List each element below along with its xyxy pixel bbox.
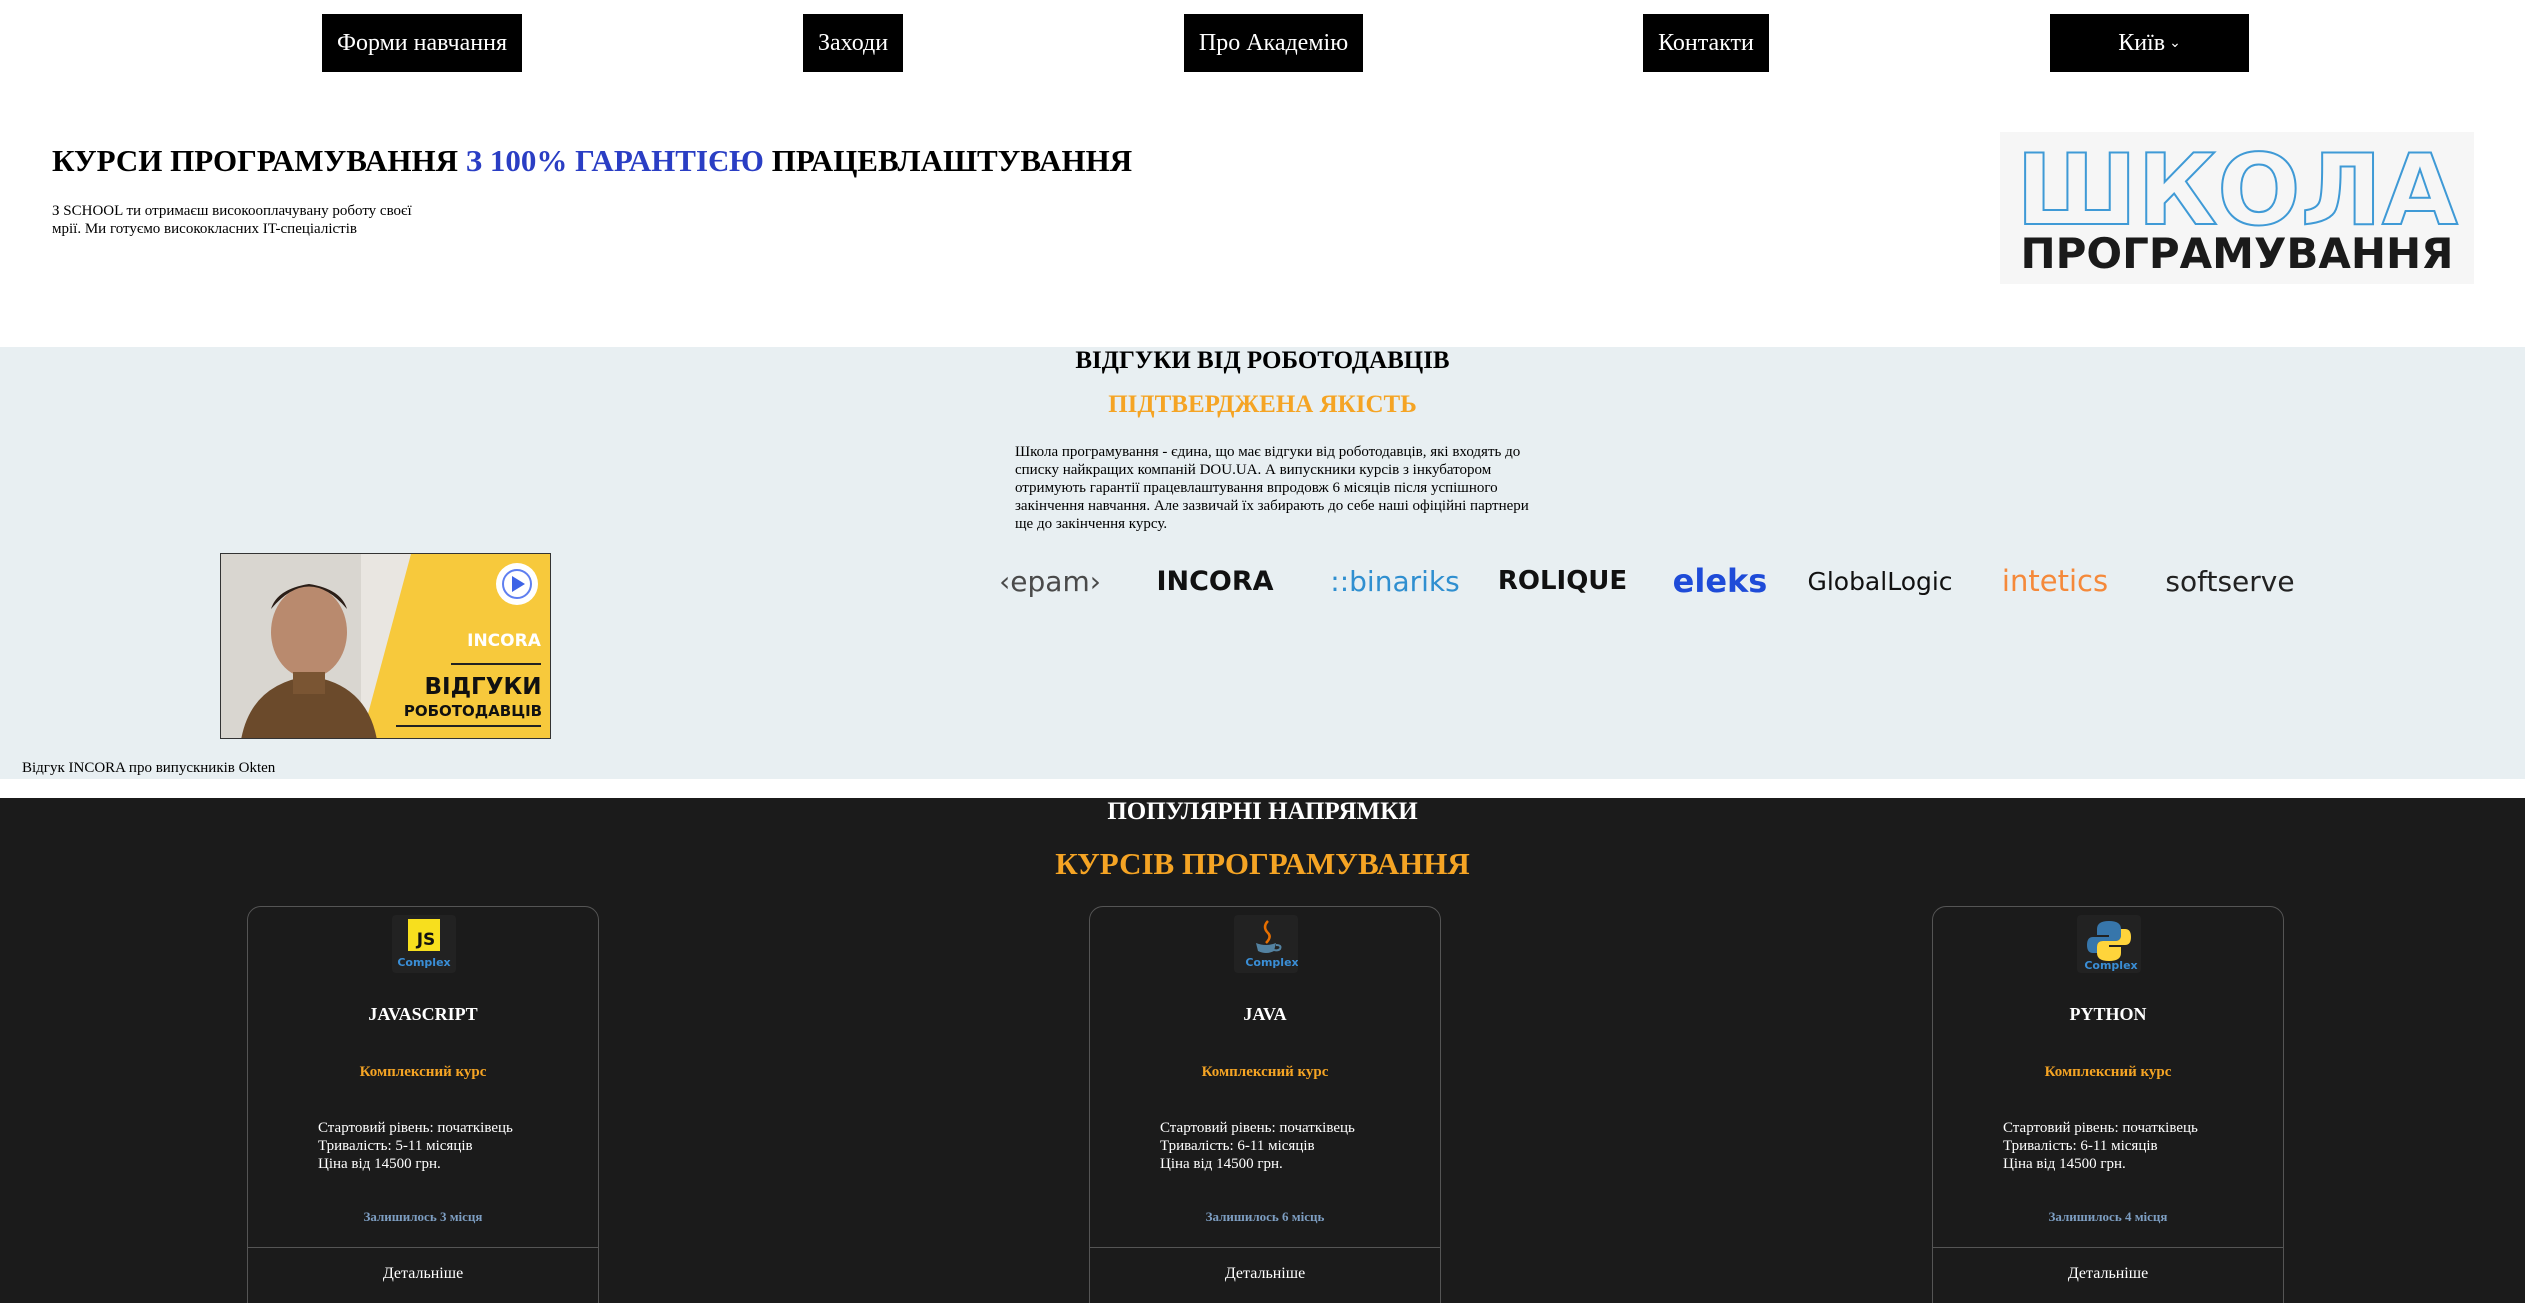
java-icon: Complex bbox=[1234, 915, 1299, 973]
video-caption: Відгук INCORA про випускників Okten bbox=[22, 760, 276, 776]
video-brand-text: INCORA bbox=[467, 631, 542, 651]
nav-contacts-button[interactable]: Контакти bbox=[1643, 14, 1769, 72]
partner-name-binariks: ::binariks bbox=[1330, 564, 1460, 598]
course-level: Стартовий рівень: початківець bbox=[1160, 1120, 1355, 1136]
course-seats: Залишилось 6 місць bbox=[1205, 1209, 1325, 1224]
courses-subtitle: КУРСІВ ПРОГРАМУВАННЯ bbox=[1055, 846, 1470, 881]
card-divider bbox=[1933, 1247, 2283, 1248]
hero-title-end: ПРАЦЕВЛАШТУВАННЯ bbox=[763, 143, 1133, 178]
course-card-java[interactable]: Complex JAVA Комплексний курс Стартовий … bbox=[1089, 906, 1441, 1303]
course-duration: Тривалість: 6-11 місяців bbox=[2003, 1138, 2158, 1154]
partner-logo-softserve: softserve bbox=[2155, 551, 2305, 611]
hero-title-accent: З 100% ГАРАНТІЄЮ bbox=[465, 143, 764, 178]
popular-courses-section: ПОПУЛЯРНІ НАПРЯМКИ КУРСІВ ПРОГРАМУВАННЯ … bbox=[0, 798, 2525, 1303]
city-select-button[interactable]: Київ ⌄ bbox=[2050, 14, 2249, 72]
course-name: JAVA bbox=[1243, 1004, 1287, 1024]
course-duration: Тривалість: 5-11 місяців bbox=[318, 1138, 473, 1154]
course-card-python[interactable]: Complex PYTHON Комплексний курс Стартови… bbox=[1932, 906, 2284, 1303]
partner-logo-incora: INCORA bbox=[1140, 551, 1290, 611]
video-line2-text: РОБОТОДАВЦІВ bbox=[404, 702, 542, 720]
school-logo: ШКОЛА ПРОГРАМУВАННЯ bbox=[2000, 132, 2474, 284]
logo-bottom-text: ПРОГРАМУВАННЯ bbox=[2020, 229, 2453, 278]
employer-reviews-section: ВІДГУКИ ВІД РОБОТОДАВЦІВ ПІДТВЕРДЖЕНА ЯК… bbox=[0, 347, 2525, 779]
course-type: Комплексний курс bbox=[359, 1064, 487, 1080]
partner-logo-binariks: ::binariks bbox=[1325, 551, 1465, 611]
partner-name-eleks: eleks bbox=[1672, 562, 1768, 600]
reviews-title: ВІДГУКИ ВІД РОБОТОДАВЦІВ bbox=[1075, 347, 1450, 374]
course-details-button[interactable]: Детальніше bbox=[1090, 1265, 1440, 1283]
course-price: Ціна від 14500 грн. bbox=[2003, 1156, 2126, 1172]
course-seats: Залишилось 3 місця bbox=[363, 1209, 483, 1224]
hero-title: КУРСИ ПРОГРАМУВАННЯ З 100% ГАРАНТІЄЮ ПРА… bbox=[52, 143, 1132, 179]
nav-about-button[interactable]: Про Академію bbox=[1184, 14, 1363, 72]
partner-logo-rolique: ROLIQUE bbox=[1495, 551, 1630, 611]
review-video-thumbnail[interactable]: INCORA ВІДГУКИ РОБОТОДАВЦІВ bbox=[220, 553, 551, 739]
video-line1-text: ВІДГУКИ bbox=[424, 674, 541, 700]
partner-logos: ‹epam› INCORA ::binariks ROLIQUE eleks G… bbox=[999, 551, 2310, 611]
hero-title-start: КУРСИ ПРОГРАМУВАННЯ bbox=[52, 143, 466, 178]
chevron-down-icon: ⌄ bbox=[2169, 35, 2181, 51]
course-name: PYTHON bbox=[2069, 1004, 2147, 1024]
course-card-javascript[interactable]: JS Complex JAVASCRIPT Комплексний курс С… bbox=[247, 906, 599, 1303]
course-duration: Тривалість: 6-11 місяців bbox=[1160, 1138, 1315, 1154]
reviews-text: Школа програмування - єдина, що має відг… bbox=[1015, 444, 1529, 532]
course-type: Комплексний курс bbox=[1201, 1064, 1329, 1080]
course-badge: Complex bbox=[2084, 959, 2137, 972]
courses-title: ПОПУЛЯРНІ НАПРЯМКИ bbox=[1107, 798, 1418, 825]
hero-subtitle: З SCHOOL ти отримаєш високооплачувану ро… bbox=[52, 202, 452, 238]
partner-name-softserve: softserve bbox=[2165, 564, 2295, 598]
nav-forms-button[interactable]: Форми навчання bbox=[322, 14, 522, 72]
course-info: Стартовий рівень: початківець Тривалість… bbox=[2003, 1119, 2263, 1173]
course-details-button[interactable]: Детальніше bbox=[1933, 1265, 2283, 1283]
course-price: Ціна від 14500 грн. bbox=[1160, 1156, 1283, 1172]
course-seats: Залишилось 4 місця bbox=[2048, 1209, 2168, 1224]
course-badge: Complex bbox=[1245, 956, 1298, 969]
course-details-button[interactable]: Детальніше bbox=[248, 1265, 598, 1283]
course-price: Ціна від 14500 грн. bbox=[318, 1156, 441, 1172]
partner-name-intetics: intetics bbox=[2001, 564, 2109, 598]
svg-text:JS: JS bbox=[416, 930, 436, 950]
hero-subtitle-line1: З SCHOOL ти отримаєш високооплачувану ро… bbox=[52, 203, 412, 219]
card-divider bbox=[1090, 1247, 1440, 1248]
partner-name-epam: ‹epam› bbox=[999, 564, 1101, 598]
play-icon bbox=[496, 563, 538, 605]
partner-logo-epam: ‹epam› bbox=[999, 551, 1101, 611]
city-label: Київ bbox=[2118, 29, 2166, 56]
course-level: Стартовий рівень: початківець bbox=[2003, 1120, 2198, 1136]
partner-logo-globallogic: GlobalLogic bbox=[1805, 551, 1955, 611]
partner-name-globallogic: GlobalLogic bbox=[1807, 566, 1953, 596]
course-info: Стартовий рівень: початківець Тривалість… bbox=[1160, 1119, 1420, 1173]
top-nav: Форми навчання Заходи Про Академію Конта… bbox=[0, 0, 2525, 90]
course-badge: Complex bbox=[397, 956, 450, 969]
partner-name-incora: INCORA bbox=[1156, 565, 1274, 597]
hero-subtitle-line2: мрії. Ми готуємо висококласних IT-спеціа… bbox=[52, 221, 357, 237]
js-icon: JS Complex bbox=[392, 915, 456, 973]
course-name: JAVASCRIPT bbox=[368, 1004, 478, 1024]
course-info: Стартовий рівень: початківець Тривалість… bbox=[318, 1119, 578, 1173]
partner-logo-intetics: intetics bbox=[1995, 551, 2115, 611]
nav-events-button[interactable]: Заходи bbox=[803, 14, 903, 72]
partner-logo-eleks: eleks bbox=[1670, 551, 1770, 611]
card-divider bbox=[248, 1247, 598, 1248]
course-type: Комплексний курс bbox=[2044, 1064, 2172, 1080]
course-level: Стартовий рівень: початківець bbox=[318, 1120, 513, 1136]
python-icon: Complex bbox=[2077, 915, 2141, 973]
partner-name-rolique: ROLIQUE bbox=[1497, 566, 1628, 596]
reviews-subtitle: ПІДТВЕРДЖЕНА ЯКІСТЬ bbox=[1108, 391, 1417, 418]
